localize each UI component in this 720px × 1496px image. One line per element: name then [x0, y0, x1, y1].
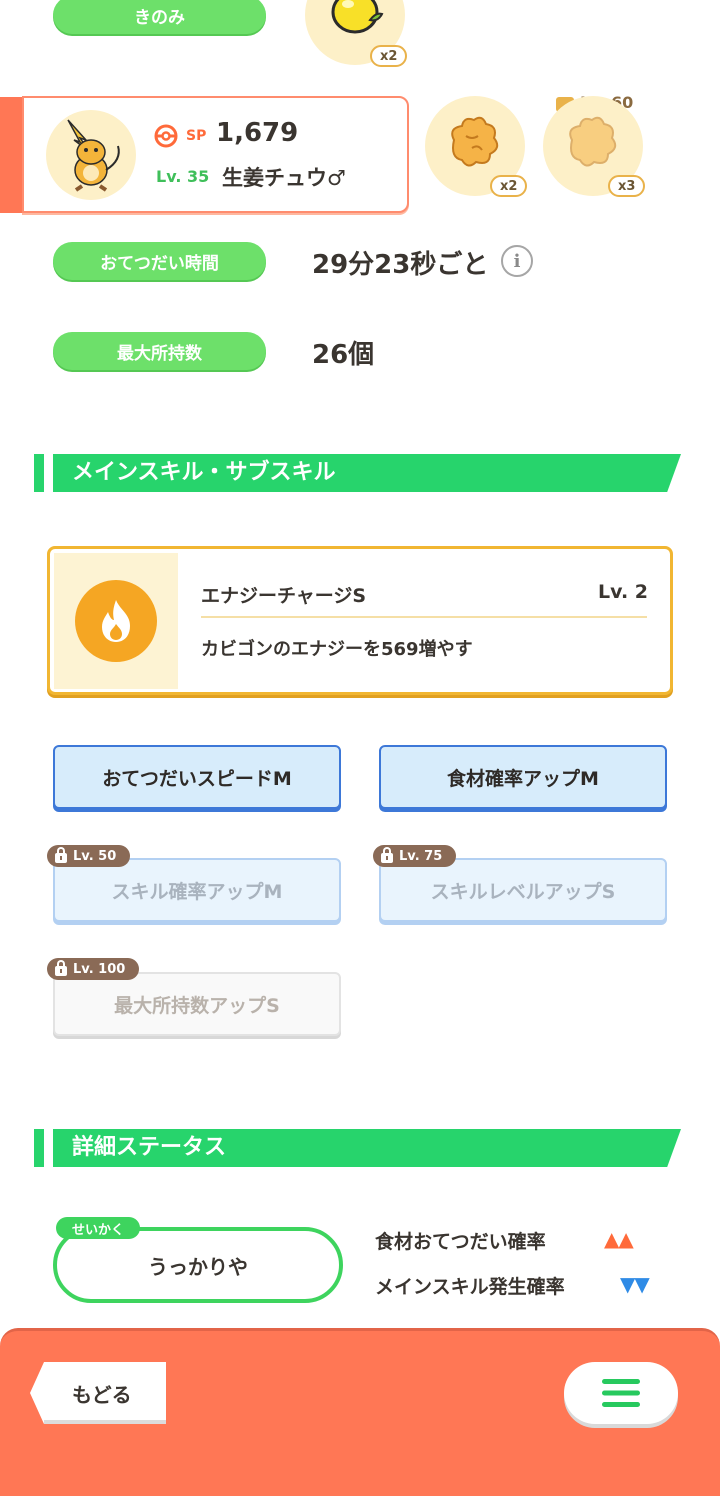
- sub-skill-3-lock: Lv. 50: [47, 845, 131, 867]
- sp-value: 1,679: [216, 118, 299, 148]
- help-time-label: おてつだい時間: [53, 242, 266, 280]
- berry-icon: [331, 0, 384, 34]
- help-time-value: 29分23秒ごと: [312, 250, 489, 280]
- ginger-icon: [451, 116, 499, 167]
- berry-qty: x2: [370, 45, 408, 67]
- profile-card[interactable]: SP 1,679 Lv. 35 生姜チュウ♂: [22, 96, 409, 213]
- sub-skill-4-lock: Lv. 75: [373, 845, 457, 867]
- back-button[interactable]: もどる: [30, 1362, 166, 1424]
- lock-icon: [55, 846, 67, 863]
- nature-tag: せいかく: [56, 1217, 141, 1239]
- main-skill-card[interactable]: エナジーチャージS Lv. 2 カビゴンのエナジーを569増やす: [47, 546, 673, 695]
- sub-skill-4[interactable]: スキルレベルアップS: [379, 858, 667, 922]
- skill-section-title: メインスキル・サブスキル: [72, 460, 336, 485]
- nature-effect-1-label: 食材おてつだい確率: [375, 1231, 546, 1253]
- detail-section-header: 詳細ステータス: [34, 1129, 682, 1167]
- lock-level-label: Lv. 50: [73, 848, 117, 864]
- pokemon-avatar: [46, 110, 136, 200]
- sub-skill-2[interactable]: 食材確率アップM: [379, 745, 667, 809]
- detail-section-title: 詳細ステータス: [72, 1135, 227, 1160]
- sub-skill-3[interactable]: スキル確率アップM: [53, 858, 341, 922]
- sub-skill-1[interactable]: おてつだいスピードM: [53, 745, 341, 809]
- sp-label: SP: [186, 128, 207, 144]
- menu-button[interactable]: [564, 1362, 678, 1424]
- nature-effect-1-arrows: ▲▲: [604, 1227, 634, 1251]
- back-label: もどる: [72, 1383, 132, 1407]
- skill-section-header: メインスキル・サブスキル: [34, 454, 682, 492]
- hamburger-menu-icon: [602, 1379, 640, 1407]
- sub-skill-5[interactable]: 最大所持数アップS: [53, 972, 341, 1036]
- main-skill-description: カビゴンのエナジーを569増やす: [201, 639, 473, 660]
- lock-level-label: Lv. 75: [399, 848, 443, 864]
- pokeball-icon: [154, 124, 178, 148]
- nature-value: うっかりや: [148, 1254, 248, 1279]
- main-skill-level: Lv. 2: [598, 581, 648, 603]
- main-skill-divider: [201, 616, 647, 618]
- main-skill-icon: [75, 580, 157, 662]
- raichu-icon: [67, 119, 120, 192]
- sub-skill-5-lock: Lv. 100: [47, 958, 140, 980]
- lock-icon: [381, 846, 393, 863]
- max-carry-label: 最大所持数: [53, 332, 266, 370]
- berry-label: きのみ: [53, 0, 266, 34]
- ingredient-qty-1: x2: [490, 175, 528, 197]
- ingredient-qty-2: x3: [608, 175, 646, 197]
- info-icon[interactable]: i: [501, 245, 533, 277]
- level-label: Lv. 35: [156, 167, 210, 186]
- nature-effect-2-label: メインスキル発生確率: [375, 1276, 565, 1298]
- ginger-icon-locked: [569, 116, 617, 167]
- lock-icon: [55, 959, 67, 976]
- pokemon-name: 生姜チュウ♂: [222, 166, 346, 190]
- flame-icon: [102, 600, 130, 642]
- nature-effect-2-arrows: ▼▼: [620, 1272, 650, 1296]
- lock-level-label: Lv. 100: [73, 961, 126, 977]
- main-skill-name: エナジーチャージS: [201, 585, 367, 607]
- max-carry-value: 26個: [312, 340, 375, 370]
